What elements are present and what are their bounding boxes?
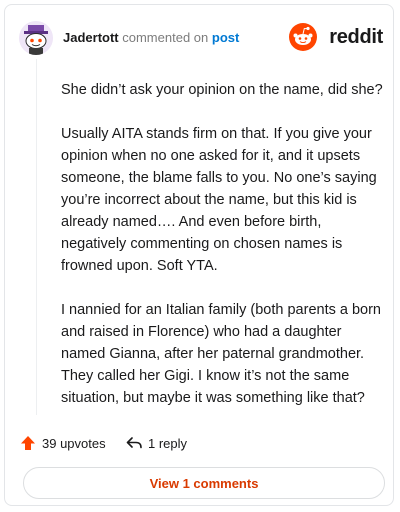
upvote-count: 39 upvotes <box>42 435 106 451</box>
upvote-button[interactable]: 39 upvotes <box>19 431 106 455</box>
reddit-wordmark: reddit <box>329 26 383 48</box>
comment-paragraph: I nannied for an Italian family (both pa… <box>61 302 381 406</box>
comment-header: Jadertott commented on post reddit <box>19 19 383 59</box>
upvote-arrow-icon <box>19 434 37 452</box>
thread-line <box>36 59 37 415</box>
snoo-avatar-icon[interactable] <box>19 21 53 55</box>
comment-paragraph: She didn’t ask your opinion on the name,… <box>61 82 383 98</box>
comment-body: She didn’t ask your opinion on the name,… <box>61 79 383 431</box>
reddit-logo-icon <box>289 23 317 51</box>
view-comments-button[interactable]: View 1 comments <box>23 467 385 499</box>
comment-meta: Jadertott commented on post <box>63 30 239 46</box>
reddit-brand[interactable]: reddit <box>287 23 383 51</box>
post-link[interactable]: post <box>212 30 239 45</box>
reply-count: 1 reply <box>148 435 188 451</box>
reply-arrow-icon <box>125 434 143 452</box>
comment-card: Jadertott commented on post reddit She d… <box>4 4 394 506</box>
comment-action-text: commented on <box>122 30 209 45</box>
comment-actions: 39 upvotes 1 reply <box>19 431 379 455</box>
reply-button[interactable]: 1 reply <box>125 431 187 455</box>
comment-paragraph: Usually AITA stands firm on that. If you… <box>61 126 377 274</box>
author-name[interactable]: Jadertott <box>63 30 119 45</box>
